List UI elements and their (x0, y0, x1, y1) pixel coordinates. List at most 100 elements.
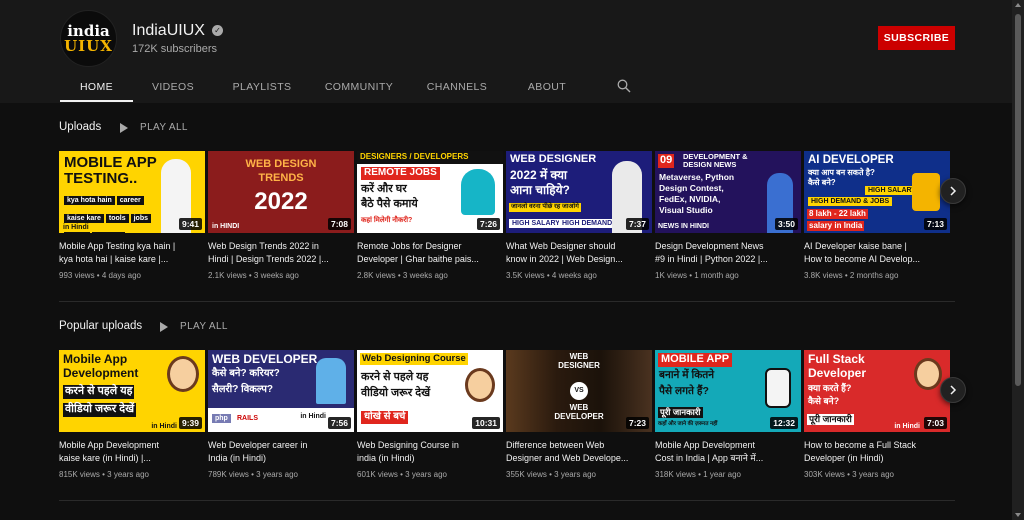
play-all-label: PLAY ALL (140, 122, 188, 133)
uploads-next-button[interactable] (940, 178, 966, 204)
page-scrollbar[interactable] (1012, 0, 1024, 520)
video-card[interactable]: AI DEVELOPER क्या आप बन सकते है? कैसे बन… (804, 151, 950, 280)
thumb-text: वीडियो जरूर देखें (361, 387, 431, 399)
illustration (461, 169, 495, 215)
thumb-chip: salary (64, 232, 91, 233)
search-icon[interactable] (617, 79, 631, 93)
popular-next-button[interactable] (940, 377, 966, 403)
video-thumbnail[interactable]: MOBILE APP बनाने में कितने पैसे लगते हैं… (655, 350, 801, 432)
video-card[interactable]: Mobile App Development करने से पहले यह व… (59, 350, 205, 479)
video-duration: 9:39 (178, 417, 202, 429)
tab-videos[interactable]: VIDEOS (133, 72, 213, 102)
video-thumbnail[interactable]: WEB DESIGNER VS WEB DEVELOPER 7:23 (506, 350, 652, 432)
thumb-text: in HINDI (212, 222, 240, 230)
video-thumbnail[interactable]: AI DEVELOPER क्या आप बन सकते है? कैसे बन… (804, 151, 950, 233)
video-title[interactable]: Mobile App Testing kya hain | kya hota h… (59, 240, 205, 266)
video-duration: 7:56 (327, 417, 351, 429)
thumb-text: VS (570, 382, 588, 400)
thumb-text: कहां मिलेगी नौकरी? (361, 217, 413, 224)
tab-playlists[interactable]: PLAYLISTS (213, 72, 311, 102)
video-title[interactable]: Difference between Web Designer and Web … (506, 439, 652, 465)
video-title[interactable]: Design Development News #9 in Hindi | Py… (655, 240, 801, 266)
thumb-text: Mobile App (63, 352, 128, 366)
shelf-divider (59, 301, 955, 302)
thumb-chip: career (116, 196, 144, 205)
video-title[interactable]: Remote Jobs for Designer Developer | Gha… (357, 240, 503, 266)
video-duration: 7:26 (476, 218, 500, 230)
shelf-title-uploads[interactable]: Uploads (59, 121, 101, 133)
video-duration: 7:03 (923, 417, 947, 429)
video-card[interactable]: Web Designing Course करने से पहले यह वीड… (357, 350, 503, 479)
video-meta: 303K views • 3 years ago (804, 470, 894, 479)
uploads-row: MOBILE APP TESTING.. kya hota hain career… (59, 151, 950, 280)
thumb-text: कहाँ और जाने की ज़रूरत नहीं (658, 421, 718, 427)
video-card[interactable]: MOBILE APP बनाने में कितने पैसे लगते हैं… (655, 350, 801, 479)
video-thumbnail[interactable]: Full Stack Developer क्या करते हैं? कैसे… (804, 350, 950, 432)
video-duration: 7:13 (923, 218, 947, 230)
thumb-text: in Hindi (300, 413, 326, 420)
chevron-right-icon (950, 186, 957, 196)
thumb-text: WEB DEVELOPER (212, 352, 318, 366)
video-thumbnail[interactable]: DESIGNERS / DEVELOPERS REMOTE JOBS करें … (357, 151, 503, 233)
play-icon (160, 321, 168, 332)
video-title[interactable]: AI Developer kaise bane | How to become … (804, 240, 950, 266)
thumb-text: Full Stack (808, 352, 865, 366)
video-title[interactable]: Web Developer career in India (in Hindi) (208, 439, 354, 465)
tab-channels[interactable]: CHANNELS (407, 72, 507, 102)
thumb-text: क्या आप बन सकते है? (808, 168, 875, 177)
thumb-text: in Hindi (151, 422, 177, 430)
thumb-text: सैलरी? विकल्प? (212, 384, 274, 395)
video-thumbnail[interactable]: 09 DEVELOPMENT & DESIGN NEWS Metaverse, … (655, 151, 801, 233)
scroll-up-arrow-icon[interactable] (1015, 3, 1021, 7)
thumb-text: बनाने में कितने (659, 369, 715, 381)
shelf-divider (59, 500, 955, 501)
tab-home[interactable]: HOME (60, 72, 133, 102)
play-all-popular-button[interactable]: PLAY ALL (160, 321, 228, 332)
video-card[interactable]: WEB DESIGN TRENDS 2022 in HINDI 7:08 Web… (208, 151, 354, 280)
video-meta: 789K views • 3 years ago (208, 470, 298, 479)
scroll-down-arrow-icon[interactable] (1015, 513, 1021, 517)
channel-avatar[interactable]: india UIUX (60, 10, 117, 67)
video-meta: 318K views • 1 year ago (655, 470, 741, 479)
avatar-text-uiux: UIUX (64, 36, 113, 55)
phone-illustration (765, 368, 791, 408)
cartoon-face (167, 356, 199, 392)
thumb-text: TRENDS (258, 172, 304, 184)
chevron-right-icon (950, 385, 957, 395)
video-card[interactable]: DESIGNERS / DEVELOPERS REMOTE JOBS करें … (357, 151, 503, 280)
shelf-title-popular-uploads[interactable]: Popular uploads (59, 320, 142, 332)
subscriber-count: 172K subscribers (132, 43, 217, 55)
video-thumbnail[interactable]: MOBILE APP TESTING.. kya hota hain career… (59, 151, 205, 233)
thumb-chip: kya hota hain (64, 196, 115, 205)
video-thumbnail[interactable]: Mobile App Development करने से पहले यह व… (59, 350, 205, 432)
video-card[interactable]: WEB DESIGNER 2022 में क्या आना चाहिये? ज… (506, 151, 652, 280)
thumb-text: जानलो वरना पीछे रह जाओगे (509, 203, 581, 212)
play-all-uploads-button[interactable]: PLAY ALL (120, 122, 188, 133)
robot-illustration (912, 173, 940, 211)
video-title[interactable]: Web Designing Course in india (in Hindi) (357, 439, 503, 465)
subscribe-button[interactable]: SUBSCRIBE (878, 26, 955, 50)
video-thumbnail[interactable]: WEB DESIGNER 2022 में क्या आना चाहिये? ज… (506, 151, 652, 233)
video-thumbnail[interactable]: WEB DESIGN TRENDS 2022 in HINDI 7:08 (208, 151, 354, 233)
video-card[interactable]: 09 DEVELOPMENT & DESIGN NEWS Metaverse, … (655, 151, 801, 280)
video-thumbnail[interactable]: WEB DEVELOPER कैसे बने? करियर? सैलरी? वि… (208, 350, 354, 432)
video-card[interactable]: WEB DEVELOPER कैसे बने? करियर? सैलरी? वि… (208, 350, 354, 479)
tab-about[interactable]: ABOUT (507, 72, 587, 102)
video-meta: 601K views • 3 years ago (357, 470, 447, 479)
video-duration: 9:41 (178, 218, 202, 230)
video-title[interactable]: How to become a Full Stack Developer (in… (804, 439, 950, 465)
thumb-text: पैसे लगते हैं? (659, 385, 709, 397)
video-thumbnail[interactable]: Web Designing Course करने से पहले यह वीड… (357, 350, 503, 432)
tab-community[interactable]: COMMUNITY (311, 72, 407, 102)
video-title[interactable]: What Web Designer should know in 2022 | … (506, 240, 652, 266)
video-title[interactable]: Web Design Trends 2022 in Hindi | Design… (208, 240, 354, 266)
video-title[interactable]: Mobile App Development kaise kare (in Hi… (59, 439, 205, 465)
video-meta: 2.8K views • 3 weeks ago (357, 271, 448, 280)
scrollbar-thumb[interactable] (1015, 14, 1021, 386)
video-card[interactable]: MOBILE APP TESTING.. kya hota hain career… (59, 151, 205, 280)
thumb-text: WEB DESIGN (245, 158, 317, 170)
video-card[interactable]: WEB DESIGNER VS WEB DEVELOPER 7:23 Diffe… (506, 350, 652, 479)
video-card[interactable]: Full Stack Developer क्या करते हैं? कैसे… (804, 350, 950, 479)
thumb-chip: HIGH DEMAND (559, 219, 616, 228)
video-title[interactable]: Mobile App Development Cost in India | A… (655, 439, 801, 465)
